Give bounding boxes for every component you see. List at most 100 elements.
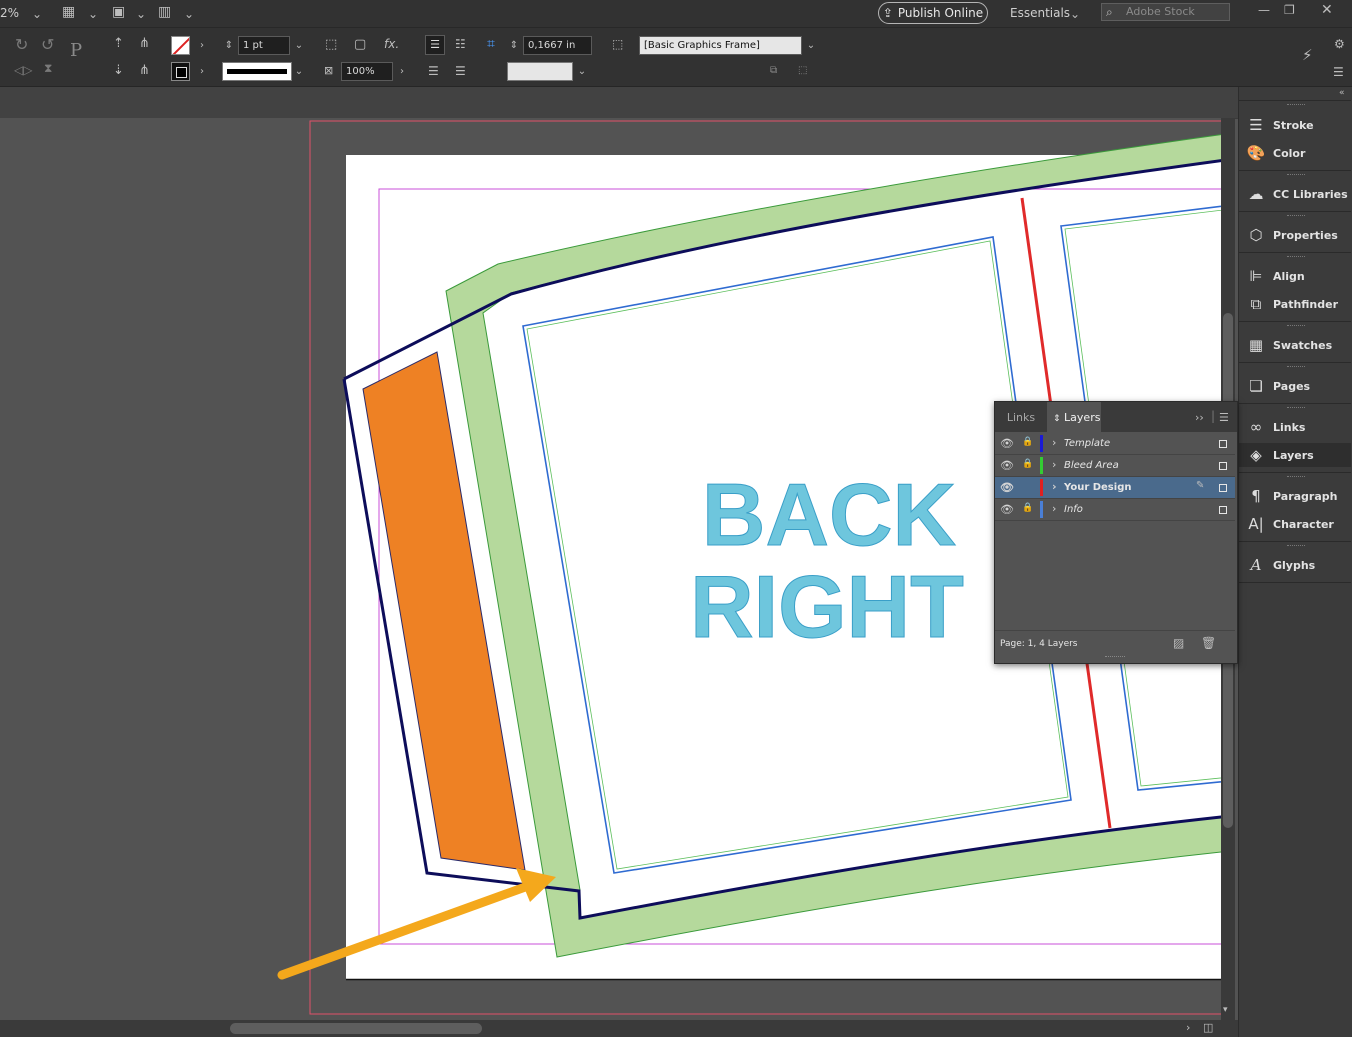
chevron-right-icon[interactable]: ›	[1186, 1022, 1190, 1033]
eye-icon[interactable]: 👁	[1000, 503, 1014, 516]
chevron-down-icon[interactable]: ⌄	[292, 36, 306, 55]
dock-item-pathfinder[interactable]: ⧉ Pathfinder	[1239, 292, 1351, 316]
layer-target-square[interactable]	[1219, 440, 1227, 448]
layer-row[interactable]: 👁 🔒 › Template	[995, 433, 1235, 455]
clear-style-icon[interactable]: ⬚	[798, 66, 807, 76]
layer-target-square[interactable]	[1219, 506, 1227, 514]
collapse-panel-icon[interactable]: ››	[1195, 412, 1204, 423]
dock-item-layers[interactable]: ◈ Layers	[1239, 443, 1351, 467]
select-next-icon[interactable]: ⋔	[139, 64, 150, 77]
stepper-icon[interactable]: ⇕	[507, 36, 521, 55]
reference-offset-field[interactable]: 0,1667 in	[523, 36, 592, 55]
flip-vertical-icon[interactable]: ⧗	[44, 62, 52, 74]
chevron-down-icon[interactable]: ⌄	[804, 36, 818, 55]
align-bottom-icon[interactable]: ☰	[428, 65, 439, 77]
chevron-right-icon[interactable]: ›	[395, 62, 409, 81]
clear-overrides-icon[interactable]: ⧉	[770, 66, 777, 76]
dock-item-swatches[interactable]: ▦ Swatches	[1239, 333, 1351, 357]
layer-target-square[interactable]	[1219, 462, 1227, 470]
lock-icon[interactable]: 🔒	[1022, 437, 1033, 447]
paragraph-frame-icon[interactable]: P	[70, 42, 82, 60]
quick-apply-icon[interactable]: ⚡	[1302, 48, 1313, 63]
layer-row[interactable]: 👁 › Your Design ✎	[995, 477, 1235, 499]
dock-item-stroke[interactable]: ☰ Stroke	[1239, 113, 1351, 137]
flip-horizontal-icon[interactable]: ◁▷	[14, 64, 32, 76]
dock-grip[interactable]	[1287, 215, 1305, 219]
right-heading[interactable]: RIGHT	[690, 557, 965, 657]
arrange-documents-icon[interactable]: ▥	[158, 5, 171, 19]
dock-item-color[interactable]: 🎨 Color	[1239, 141, 1351, 165]
dock-grip[interactable]	[1287, 545, 1305, 549]
rotate-ccw-icon[interactable]: ↺	[41, 37, 54, 53]
chevron-down-icon[interactable]: ⌄	[136, 8, 146, 20]
select-content-icon[interactable]: ⇣	[113, 64, 124, 77]
stroke-swatch[interactable]	[171, 62, 190, 81]
chevron-down-icon[interactable]: ⌄	[88, 8, 98, 20]
horizontal-scroll-thumb[interactable]	[230, 1023, 482, 1034]
chevron-down-icon[interactable]: ⌄	[32, 8, 42, 20]
dock-grip[interactable]	[1287, 325, 1305, 329]
layer-target-square[interactable]	[1219, 484, 1227, 492]
chevron-down-icon[interactable]: ⌄	[292, 62, 306, 81]
panel-menu-icon[interactable]: ☰	[1333, 66, 1344, 78]
dock-item-character[interactable]: A| Character	[1239, 512, 1351, 536]
dock-item-links[interactable]: ∞ Links	[1239, 415, 1351, 439]
drop-shadow-icon[interactable]: ▢	[354, 38, 366, 51]
object-style-select[interactable]: [Basic Graphics Frame]	[639, 36, 802, 55]
dock-grip[interactable]	[1287, 407, 1305, 411]
tab-layers[interactable]: ⇕ Layers	[1047, 402, 1101, 432]
rotate-cw-icon[interactable]: ↻	[15, 37, 28, 53]
opacity-field[interactable]: 100%	[341, 62, 393, 81]
restore-icon[interactable]: ❐	[1284, 4, 1295, 16]
chevron-down-icon[interactable]: ⌄	[575, 62, 589, 81]
adobe-stock-search-input[interactable]: Adobe Stock	[1101, 3, 1230, 21]
publish-online-button[interactable]: ⇪ Publish Online	[878, 2, 988, 24]
new-layer-icon[interactable]: ▨	[1173, 637, 1184, 649]
screen-mode-icon[interactable]: ▦	[62, 5, 75, 19]
panel-resize-grip[interactable]	[1105, 656, 1125, 660]
lock-icon[interactable]: 🔒	[1022, 459, 1033, 469]
tab-links[interactable]: Links	[995, 402, 1047, 432]
eye-icon[interactable]: 👁	[1000, 437, 1014, 450]
panel-menu-icon[interactable]: ☰	[1219, 412, 1229, 423]
chevron-down-icon[interactable]: ⌄	[184, 8, 194, 20]
workspace-switcher[interactable]: Essentials	[1010, 6, 1070, 20]
stroke-style-select[interactable]	[507, 62, 573, 81]
lock-icon[interactable]: 🔒	[1022, 503, 1033, 513]
chevron-right-icon[interactable]: ›	[195, 36, 209, 55]
fill-none-swatch[interactable]	[171, 36, 190, 55]
select-container-icon[interactable]: ⇡	[113, 37, 124, 50]
effects-fx-icon[interactable]: fx.	[384, 38, 399, 50]
close-icon[interactable]: ✕	[1321, 3, 1333, 17]
chevron-right-icon[interactable]: ›	[195, 62, 209, 81]
text-wrap-icon[interactable]: ⬚	[325, 38, 337, 51]
layer-row[interactable]: 👁 🔒 › Bleed Area	[995, 455, 1235, 477]
dock-item-paragraph[interactable]: ¶ Paragraph	[1239, 484, 1351, 508]
dock-item-cc-libraries[interactable]: ☁ CC Libraries	[1239, 182, 1351, 206]
chevron-right-icon[interactable]: ›	[1052, 502, 1056, 515]
dock-grip[interactable]	[1287, 174, 1305, 178]
dock-grip[interactable]	[1287, 476, 1305, 480]
zoom-level[interactable]: 2%	[0, 6, 19, 20]
dock-grip[interactable]	[1287, 256, 1305, 260]
split-window-icon[interactable]: ◫	[1203, 1022, 1213, 1033]
layer-row[interactable]: 👁 🔒 › Info	[995, 499, 1235, 521]
dock-item-align[interactable]: ⊫ Align	[1239, 264, 1351, 288]
chevron-right-icon[interactable]: ›	[1052, 436, 1056, 449]
stepper-icon[interactable]: ⇕	[222, 36, 236, 55]
dock-item-properties[interactable]: ⬡ Properties	[1239, 223, 1351, 247]
dock-grip[interactable]	[1287, 104, 1305, 108]
eye-icon[interactable]: 👁	[1000, 459, 1014, 472]
horizontal-scrollbar[interactable]: › ◫	[0, 1020, 1238, 1037]
chevron-right-icon[interactable]: ›	[1052, 480, 1057, 493]
chevron-down-icon[interactable]: ⌄	[1070, 8, 1080, 20]
collapse-dock-icon[interactable]: «	[1339, 89, 1345, 98]
chevron-right-icon[interactable]: ›	[1052, 458, 1056, 471]
dock-grip[interactable]	[1287, 366, 1305, 370]
stroke-type-select[interactable]	[222, 62, 292, 81]
align-center-icon[interactable]: ☷	[455, 38, 466, 50]
back-heading[interactable]: BACK	[701, 465, 956, 565]
justify-vertical-icon[interactable]: ☰	[455, 65, 466, 77]
select-previous-icon[interactable]: ⋔	[139, 37, 150, 50]
scroll-down-icon[interactable]: ▾	[1223, 1006, 1228, 1015]
